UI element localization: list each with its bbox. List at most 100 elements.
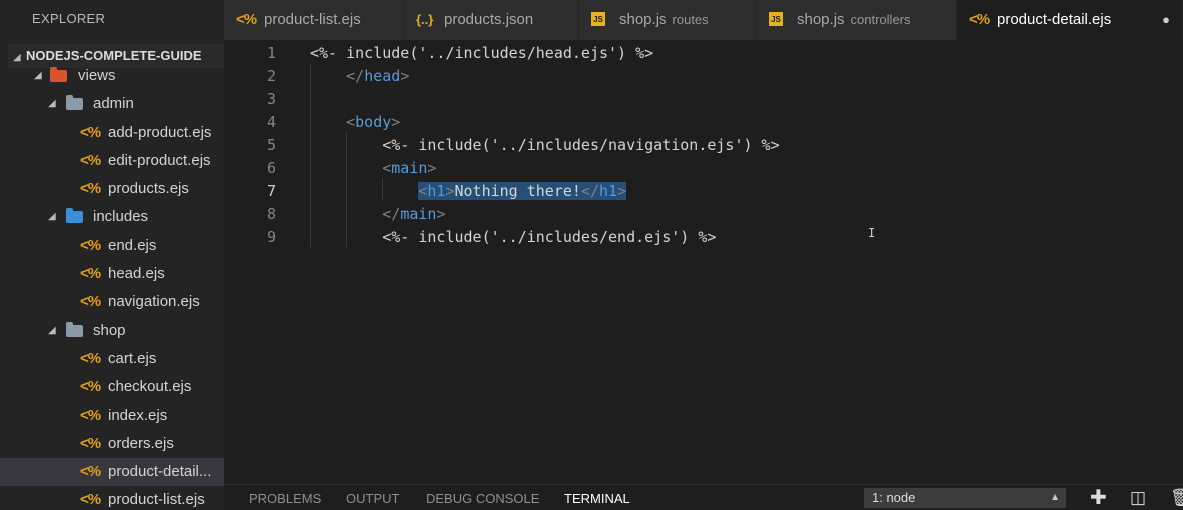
tab-shop-js-controllers[interactable]: JS shop.js controllers xyxy=(757,0,957,40)
tab-shop-js-routes[interactable]: JS shop.js routes xyxy=(579,0,757,40)
line-number: 9 xyxy=(266,228,276,246)
code-line[interactable]: 7 <h1>Nothing there!</h1> xyxy=(224,180,1183,203)
expand-triangle-icon: ◢ xyxy=(48,211,56,223)
folder-icon xyxy=(50,62,67,90)
tab-filename: shop.js xyxy=(797,11,845,28)
ejs-file-icon: <% xyxy=(80,151,101,169)
ejs-file-icon: <% xyxy=(80,463,101,481)
tab-product-list-ejs[interactable]: <% product-list.ejs xyxy=(224,0,404,40)
tree-file[interactable]: <% orders.ejs xyxy=(0,430,224,458)
code-line[interactable]: 1 <%- include('../includes/head.ejs') %> xyxy=(224,42,1183,65)
tab-product-detail-ejs[interactable]: <% product-detail.ejs ● xyxy=(957,0,1183,40)
ejs-file-icon: <% xyxy=(80,378,101,396)
tab-filename: products.json xyxy=(444,11,534,28)
expand-triangle-icon: ◢ xyxy=(48,98,56,110)
tree-folder-includes[interactable]: ◢ includes xyxy=(0,203,224,231)
code-text: <main> xyxy=(382,159,437,177)
code-text: </head> xyxy=(346,67,410,85)
tree-item-label: add-product.ejs xyxy=(108,123,212,141)
unsaved-dot-icon[interactable]: ● xyxy=(1162,0,1170,40)
explorer-sidebar: EXPLORER ◢ NODEJS-COMPLETE-GUIDE ◢ views ◢ a… xyxy=(0,0,224,510)
ejs-file-icon: <% xyxy=(80,123,101,141)
tree-item-label: product-list.ejs xyxy=(108,491,205,509)
code-editor[interactable]: I 1 <%- include('../includes/head.ejs') %… xyxy=(224,40,1183,480)
ejs-file-icon: <% xyxy=(80,236,101,254)
ejs-file-icon: <% xyxy=(80,265,101,283)
panel-bar: 1: node ▲︎ ✚ ◫ 🗑 PROBLEMS OUTPUT DEBUG CON… xyxy=(224,484,1183,510)
expand-triangle-icon: ◢ xyxy=(34,70,42,81)
line-number: 4 xyxy=(266,113,276,131)
tree-folder-shop[interactable]: ◢ shop xyxy=(0,317,224,345)
terminal-select[interactable]: 1: node ▲︎ xyxy=(864,488,1066,508)
code-line[interactable]: 5 <%- include('../includes/navigation.ej… xyxy=(224,134,1183,157)
code-line[interactable]: 2 </head> xyxy=(224,65,1183,88)
new-terminal-plus-icon[interactable]: ✚ xyxy=(1090,485,1107,510)
code-line[interactable]: 8 </main> xyxy=(224,203,1183,226)
trash-icon[interactable]: 🗑 xyxy=(1170,485,1183,510)
tree-file[interactable]: <% cart.ejs xyxy=(0,345,224,373)
tree-file[interactable]: <% navigation.ejs xyxy=(0,288,224,316)
line-number: 6 xyxy=(266,159,276,177)
tree-item-label: cart.ejs xyxy=(108,349,157,367)
tab-label: product-list.ejs xyxy=(264,0,361,40)
tab-label: products.json xyxy=(444,0,533,40)
ejs-file-icon: <% xyxy=(236,11,257,28)
explorer-title: EXPLORER xyxy=(32,11,106,26)
code-text: <h1>Nothing there!</h1> xyxy=(310,180,627,203)
tree-folder-admin[interactable]: ◢ admin xyxy=(0,90,224,118)
ejs-file-icon: <% xyxy=(80,406,101,424)
json-file-icon: {..} xyxy=(416,12,434,27)
tree-item-label: views xyxy=(78,67,116,84)
js-file-icon: JS xyxy=(591,0,605,40)
code-line[interactable]: 9 <%- include('../includes/end.ejs') %> xyxy=(224,226,1183,249)
tab-filename: product-detail.ejs xyxy=(997,11,1112,28)
tab-filename: shop.js xyxy=(619,11,667,28)
ejs-file-icon: <% xyxy=(80,491,101,509)
tree-file[interactable]: <% product-detail... xyxy=(0,458,224,487)
panel-tab-problems[interactable]: PROBLEMS xyxy=(249,485,321,510)
ejs-file-icon: <% xyxy=(80,293,101,311)
code-line[interactable]: 3 xyxy=(224,88,1183,111)
tab-label: product-detail.ejs xyxy=(997,0,1111,40)
tree-item-label: end.ejs xyxy=(108,236,157,254)
tree-file[interactable]: <% end.ejs xyxy=(0,232,224,260)
split-terminal-icon[interactable]: ◫ xyxy=(1130,485,1146,510)
folder-icon xyxy=(66,203,83,231)
tree-item-label: head.ejs xyxy=(108,265,165,283)
tree-file[interactable]: <% add-product.ejs xyxy=(0,119,224,147)
ejs-file-icon: <% xyxy=(80,349,101,367)
tree-file[interactable]: <% product-list.ejs xyxy=(0,486,224,510)
terminal-select-value: 1: node xyxy=(872,490,916,505)
tab-products-json[interactable]: {..} products.json xyxy=(404,0,579,40)
project-name: NODEJS-COMPLETE-GUIDE xyxy=(26,48,202,63)
tree-item-label: checkout.ejs xyxy=(108,378,192,396)
tree-file[interactable]: <% checkout.ejs xyxy=(0,373,224,401)
ejs-file-icon: <% xyxy=(80,434,101,452)
panel-tab-output[interactable]: OUTPUT xyxy=(346,485,399,510)
tree-file[interactable]: <% edit-product.ejs xyxy=(0,147,224,175)
tree-file[interactable]: <% index.ejs xyxy=(0,402,224,430)
select-arrows-icon: ▲︎ xyxy=(1050,492,1060,503)
tab-label: shop.js routes xyxy=(619,0,709,40)
tree-item-label: includes xyxy=(93,208,149,226)
code-line[interactable]: 4 <body> xyxy=(224,111,1183,134)
code-text: <body> xyxy=(346,113,401,131)
folder-icon xyxy=(66,317,83,345)
code-text: <%- include('../includes/head.ejs') %> xyxy=(310,44,654,62)
expand-triangle-icon: ◢ xyxy=(48,324,56,336)
tree-item-label: admin xyxy=(93,95,134,113)
panel-tab-debug-console[interactable]: DEBUG CONSOLE xyxy=(426,485,539,510)
tree-item-label: products.ejs xyxy=(108,180,189,198)
tree-item-label: navigation.ejs xyxy=(108,293,200,311)
tree-item-label: orders.ejs xyxy=(108,434,174,452)
ejs-file-icon: <% xyxy=(80,180,101,198)
tree-file[interactable]: <% products.ejs xyxy=(0,175,224,203)
line-number: 1 xyxy=(266,44,276,62)
js-file-icon: JS xyxy=(769,0,783,40)
line-number: 2 xyxy=(266,67,276,85)
editor-tab-bar: <% product-list.ejs {..} products.json JS sho… xyxy=(224,0,1183,40)
tree-folder-views[interactable]: ◢ views xyxy=(0,62,224,90)
code-line[interactable]: 6 <main> xyxy=(224,157,1183,180)
panel-tab-terminal[interactable]: TERMINAL xyxy=(564,485,630,510)
tree-file[interactable]: <% head.ejs xyxy=(0,260,224,288)
